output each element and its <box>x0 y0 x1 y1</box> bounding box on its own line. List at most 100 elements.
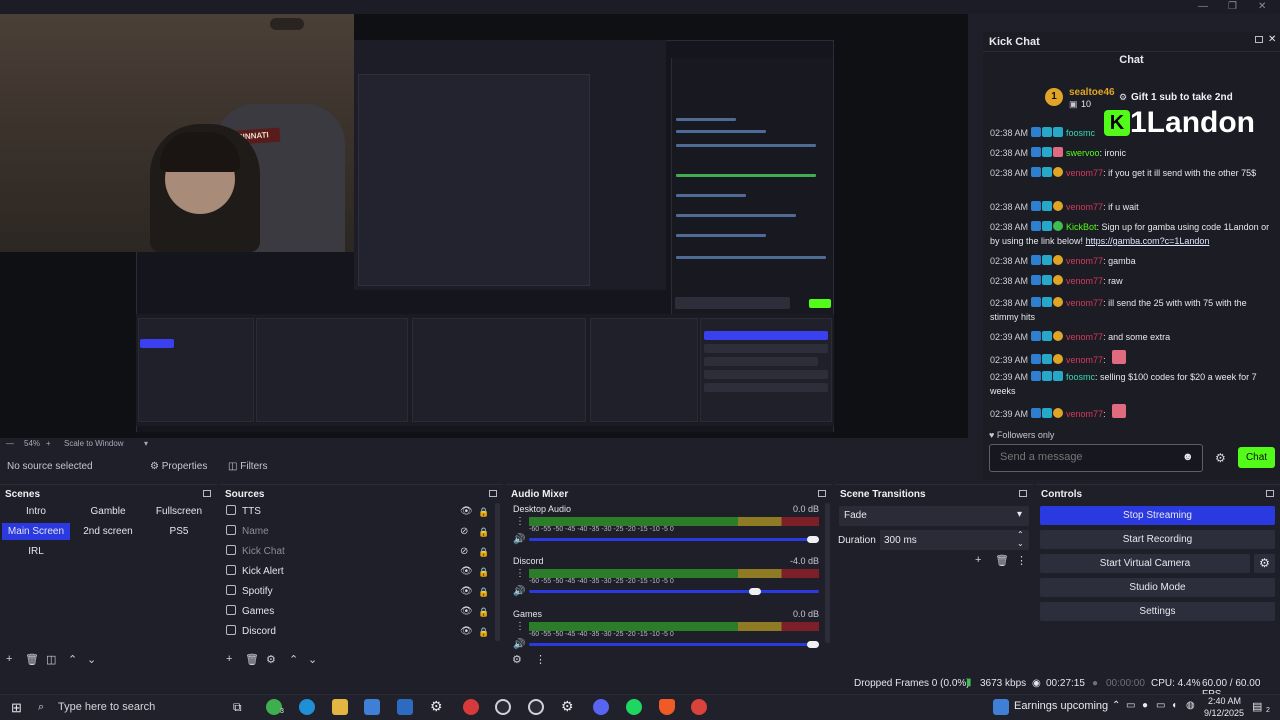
chevron-up-icon[interactable]: ⌃ <box>68 653 77 666</box>
undock-icon[interactable] <box>1019 490 1027 497</box>
news-widget-icon[interactable] <box>993 699 1009 715</box>
scale-mode[interactable]: Scale to Window <box>64 439 124 448</box>
undock-icon[interactable] <box>1255 36 1263 43</box>
news-widget[interactable]: Earnings upcoming <box>1014 700 1108 712</box>
lock-icon[interactable]: 🔒 <box>478 503 489 521</box>
chat-link[interactable]: https://gamba.com?c=1Landon <box>1086 236 1210 246</box>
transition-select[interactable]: Fade ▾ <box>839 506 1029 526</box>
lock-icon[interactable]: 🔒 <box>478 543 489 561</box>
recorder-icon[interactable] <box>463 699 479 715</box>
chrome-icon[interactable] <box>691 699 707 715</box>
trash-icon[interactable]: 🗑 <box>245 653 259 666</box>
lock-icon[interactable]: 🔒 <box>478 563 489 581</box>
source-games[interactable]: Games 👁 🔒 <box>226 603 492 621</box>
chat-username[interactable]: venom77 <box>1064 276 1103 286</box>
chat-username[interactable]: KickBot <box>1064 222 1097 232</box>
source-discord[interactable]: Discord 👁 🔒 <box>226 623 492 641</box>
undock-icon[interactable] <box>489 490 497 497</box>
chat-username[interactable]: venom77 <box>1064 202 1103 212</box>
steam-icon[interactable] <box>495 699 511 715</box>
volume-slider-knob[interactable] <box>807 641 819 648</box>
chat-username[interactable]: venom77 <box>1064 332 1103 342</box>
chat-input-box[interactable]: ☻ <box>989 444 1203 472</box>
close-icon[interactable]: ✕ <box>1268 34 1276 45</box>
lock-icon[interactable]: 🔒 <box>478 523 489 541</box>
visibility-eye-hidden-icon[interactable]: ⊘ <box>460 523 468 541</box>
visibility-eye-icon[interactable]: 👁 <box>460 583 473 601</box>
calculator-icon[interactable] <box>397 699 413 715</box>
close-icon[interactable]: ✕ <box>1258 1 1266 12</box>
discord-icon[interactable] <box>593 699 609 715</box>
volume-slider-knob[interactable] <box>749 588 761 595</box>
file-explorer-icon[interactable] <box>332 699 348 715</box>
source-name[interactable]: Name ⊘ 🔒 <box>226 523 492 541</box>
notification-icon[interactable]: ▤ <box>1252 700 1262 713</box>
kebab-menu-icon[interactable]: ⋮ <box>515 621 525 632</box>
task-view-icon[interactable]: ⧉ <box>233 700 242 715</box>
tray-app-icon[interactable]: ▭ <box>1126 700 1135 711</box>
settings-button[interactable]: Settings <box>1040 602 1275 621</box>
undock-icon[interactable] <box>203 490 211 497</box>
kebab-menu-icon[interactable]: ⋮ <box>1016 554 1027 567</box>
chat-username[interactable]: swervoo <box>1064 148 1100 158</box>
scene-fullscreen[interactable]: Fullscreen <box>144 503 214 520</box>
volume-icon[interactable]: ◖ <box>1171 700 1177 711</box>
source-spotify[interactable]: Spotify 👁 🔒 <box>226 583 492 601</box>
maximize-icon[interactable]: ❐ <box>1228 1 1237 12</box>
chat-username[interactable]: foosmc <box>1064 128 1095 138</box>
chat-username[interactable]: foosmc <box>1064 372 1095 382</box>
chat-username[interactable]: venom77 <box>1064 256 1103 266</box>
trash-icon[interactable]: 🗑 <box>995 554 1009 567</box>
lock-icon[interactable]: 🔒 <box>478 623 489 641</box>
gear-app-icon[interactable]: ⚙ <box>561 698 574 715</box>
source-kick-alert[interactable]: Kick Alert 👁 🔒 <box>226 563 492 581</box>
visibility-eye-hidden-icon[interactable]: ⊘ <box>460 543 468 561</box>
tray-app-icon[interactable]: ◍ <box>1186 700 1195 711</box>
minimize-icon[interactable]: — <box>1198 1 1208 12</box>
chat-username[interactable]: venom77 <box>1064 355 1103 365</box>
add-scene-icon[interactable]: + <box>6 653 12 665</box>
zoom-plus-icon[interactable]: + <box>46 439 51 448</box>
scene-irl[interactable]: IRL <box>2 543 70 560</box>
undock-icon[interactable] <box>818 490 826 497</box>
scene-main-screen[interactable]: Main Screen <box>2 523 70 540</box>
chat-input[interactable] <box>1000 451 1170 463</box>
trash-icon[interactable]: 🗑 <box>25 653 39 666</box>
duration-spinbox[interactable]: 300 ms ⌃ ⌄ <box>880 530 1029 550</box>
stop-streaming-button[interactable]: Stop Streaming <box>1040 506 1275 525</box>
volume-slider[interactable] <box>529 538 819 541</box>
windows-start-icon[interactable]: ⊞ <box>11 700 22 716</box>
kebab-menu-icon[interactable]: ⋮ <box>515 516 525 527</box>
filter-icon[interactable]: ◫ <box>46 653 56 666</box>
network-icon[interactable]: ▭ <box>1156 700 1165 711</box>
filters-button[interactable]: ◫ Filters <box>228 459 267 475</box>
kebab-menu-icon[interactable]: ⋮ <box>535 653 546 666</box>
spotify-icon[interactable] <box>626 699 642 715</box>
mixer-scrollbar[interactable] <box>825 503 830 643</box>
volume-slider-knob[interactable] <box>807 536 819 543</box>
chevron-down-icon[interactable]: ⌄ <box>1017 539 1024 548</box>
speaker-icon[interactable]: 🔊 <box>513 586 525 597</box>
edge-icon[interactable] <box>299 699 315 715</box>
chat-username[interactable]: venom77 <box>1064 409 1103 419</box>
studio-mode-button[interactable]: Studio Mode <box>1040 578 1275 597</box>
settings-gear-icon[interactable]: ⚙ <box>430 698 443 715</box>
kebab-menu-icon[interactable]: ⋮ <box>515 568 525 579</box>
brave-icon[interactable] <box>659 699 675 715</box>
visibility-eye-icon[interactable]: 👁 <box>460 603 473 621</box>
obs-icon[interactable] <box>528 699 544 715</box>
source-kick-chat[interactable]: Kick Chat ⊘ 🔒 <box>226 543 492 561</box>
zoom-minus-icon[interactable]: — <box>6 439 14 448</box>
start-virtual-camera-button[interactable]: Start Virtual Camera <box>1040 554 1250 573</box>
speaker-icon[interactable]: 🔊 <box>513 534 525 545</box>
visibility-eye-icon[interactable]: 👁 <box>460 623 473 641</box>
tray-app-icon[interactable]: ● <box>1142 700 1148 711</box>
sources-scrollbar[interactable] <box>495 503 500 641</box>
visibility-eye-icon[interactable]: 👁 <box>460 563 473 581</box>
source-tts[interactable]: TTS 👁 🔒 <box>226 503 492 521</box>
tray-chevron-up-icon[interactable]: ⌃ <box>1112 700 1120 711</box>
visibility-eye-icon[interactable]: 👁 <box>460 503 473 521</box>
chevron-down-icon[interactable]: ⌄ <box>308 653 317 666</box>
start-recording-button[interactable]: Start Recording <box>1040 530 1275 549</box>
chat-username[interactable]: venom77 <box>1064 168 1103 178</box>
